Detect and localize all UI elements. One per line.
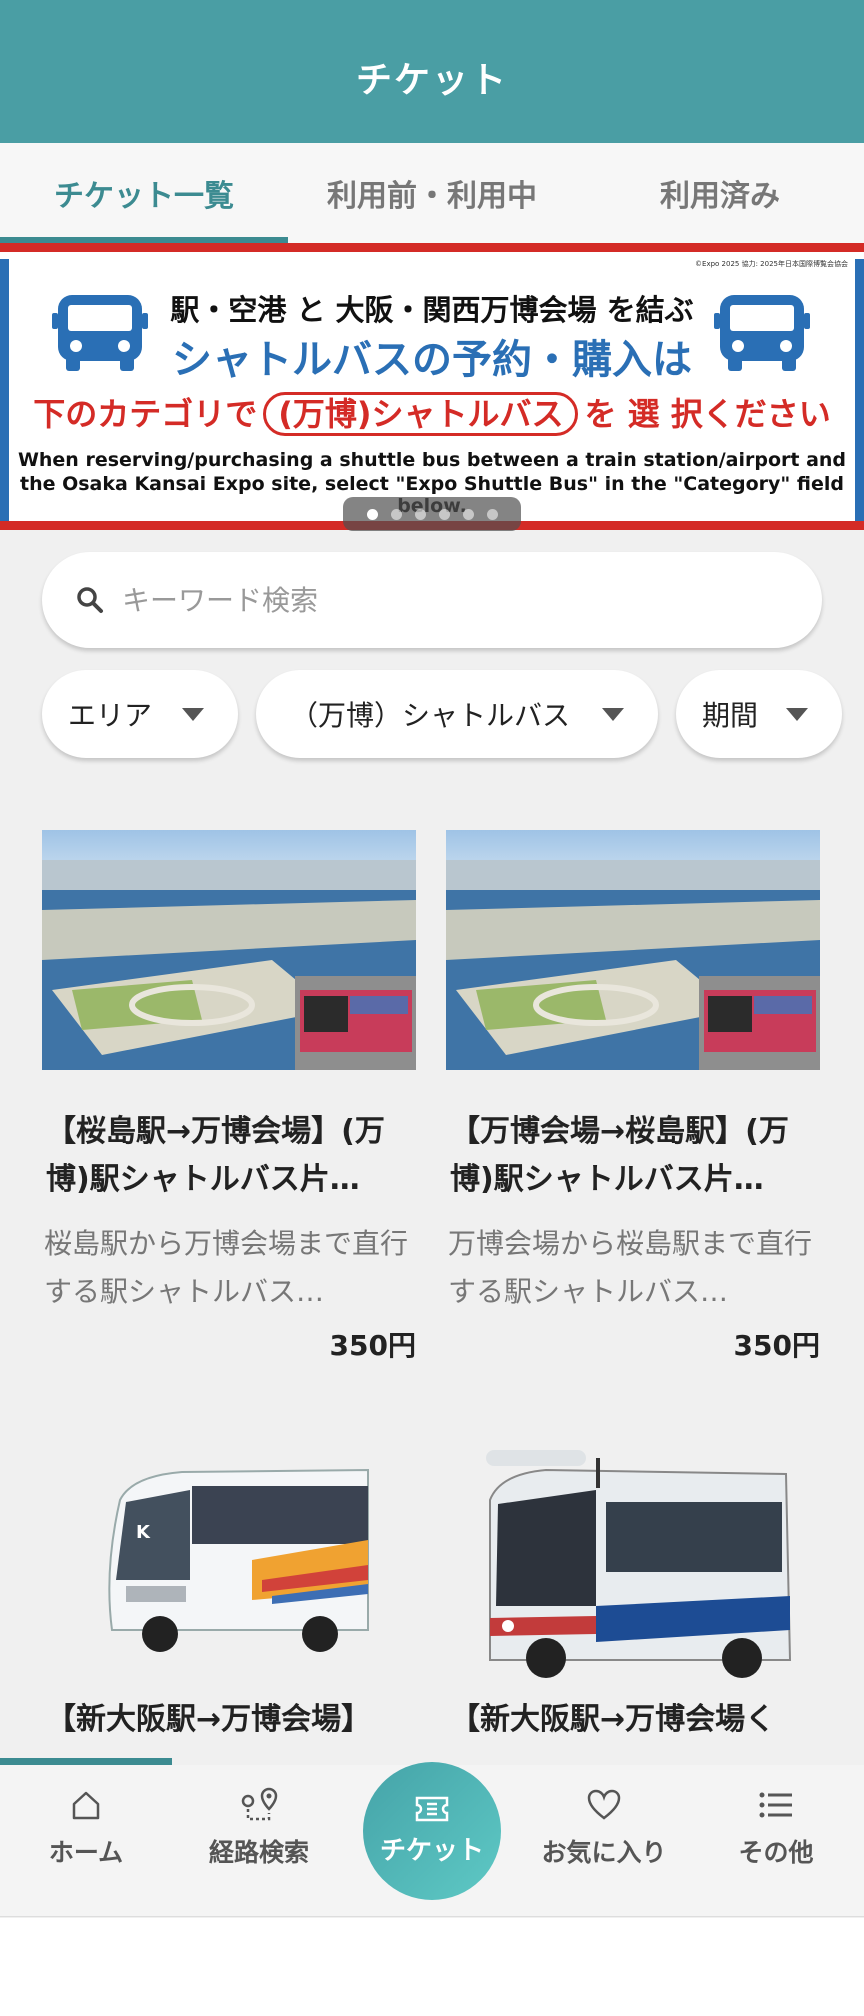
- nav-route-label: 経路検索: [208, 1838, 309, 1867]
- carousel-dot[interactable]: [438, 508, 450, 520]
- ticket-price: 350円: [329, 1329, 416, 1362]
- nav-favorites-label: お気に入り: [541, 1838, 667, 1867]
- ticket-description: 万博会場から桜島駅まで直行する駅シャトルバス…: [448, 1227, 813, 1308]
- ticket-thumbnail: [446, 830, 820, 1070]
- filter-area-label: エリア: [68, 699, 153, 732]
- chevron-down-icon: [786, 708, 808, 721]
- nav-more-label: その他: [738, 1838, 814, 1867]
- ticket-price: 350円: [733, 1329, 820, 1362]
- ticket-icon: [415, 1796, 449, 1826]
- filter-period-label: 期間: [702, 699, 759, 732]
- filter-category-dropdown[interactable]: （万博）シャトルバス: [256, 670, 658, 758]
- ticket-tabs: チケット一覧 利用前・利用中 利用済み: [0, 143, 864, 243]
- ticket-card[interactable]: 【桜島駅→万博会場】(万博)駅シャトルバス片… 桜島駅から万博会場まで直行する駅…: [42, 830, 416, 1364]
- route-icon: [179, 1785, 339, 1825]
- banner-category-pill: (万博)シャトルバス: [263, 392, 579, 436]
- ticket-title: 【万博会場→桜島駅】(万博)駅シャトルバス片…: [450, 1114, 789, 1197]
- carousel-dot[interactable]: [414, 508, 426, 520]
- tab-used[interactable]: 利用済み: [576, 171, 864, 215]
- ticket-title: 【新大阪駅→万博会場】: [46, 1702, 372, 1737]
- system-bottom-area: [0, 1918, 864, 2016]
- nav-ticket[interactable]: チケット: [363, 1762, 501, 1900]
- nav-ticket-label: チケット: [379, 1835, 484, 1866]
- promo-banner-carousel[interactable]: ©Expo 2025 協力: 2025年日本国際博覧会協会 駅・空港 と 大阪・…: [0, 243, 864, 530]
- app-header: チケット: [0, 0, 864, 143]
- ticket-thumbnail: [446, 1430, 820, 1684]
- heart-icon: [524, 1785, 684, 1825]
- carousel-dot[interactable]: [390, 508, 402, 520]
- nav-home[interactable]: ホーム: [6, 1785, 166, 1869]
- carousel-dot[interactable]: [462, 508, 474, 520]
- ticket-card[interactable]: 【新大阪駅→万博会場く: [446, 1430, 820, 1758]
- banner-headline-1: 駅・空港 と 大阪・関西万博会場 を結ぶ: [170, 293, 694, 327]
- chevron-down-icon: [182, 708, 204, 721]
- banner-credit: ©Expo 2025 協力: 2025年日本国際博覧会協会: [695, 260, 848, 268]
- banner-line3-post: を 選 択ください: [584, 395, 831, 433]
- filter-chips: エリア （万博）シャトルバス 期間: [0, 670, 864, 760]
- ticket-title: 【新大阪駅→万博会場く: [450, 1702, 776, 1737]
- search-input[interactable]: [122, 583, 762, 617]
- ticket-description: 桜島駅から万博会場まで直行する駅シャトルバス…: [44, 1227, 409, 1308]
- carousel-dot[interactable]: [486, 508, 498, 520]
- banner-headline-3: 下のカテゴリで (万博)シャトルバスを 選 択ください: [0, 389, 864, 436]
- ticket-card[interactable]: 【万博会場→桜島駅】(万博)駅シャトルバス片… 万博会場から桜島駅まで直行する駅…: [446, 830, 820, 1364]
- banner-line3-pre: 下のカテゴリで: [33, 395, 258, 433]
- carousel-pagination: [343, 497, 521, 531]
- nav-more[interactable]: その他: [696, 1785, 856, 1869]
- ticket-card[interactable]: K 【新大阪駅→万博会場】: [42, 1430, 416, 1758]
- banner-headline-2: シャトルバスの予約・購入は: [172, 337, 692, 383]
- ticket-thumbnail: K: [42, 1430, 416, 1684]
- scroll-progress-indicator: [0, 1758, 172, 1765]
- home-icon: [6, 1785, 166, 1825]
- svg-text:K: K: [136, 1522, 151, 1543]
- nav-route-search[interactable]: 経路検索: [179, 1785, 339, 1869]
- tab-before-in-use[interactable]: 利用前・利用中: [288, 171, 576, 215]
- tab-ticket-list[interactable]: チケット一覧: [0, 171, 288, 215]
- banner-red-border-top: [0, 243, 864, 252]
- nav-home-label: ホーム: [48, 1838, 124, 1867]
- filter-period-dropdown[interactable]: 期間: [676, 670, 842, 758]
- ticket-title: 【桜島駅→万博会場】(万博)駅シャトルバス片…: [46, 1114, 385, 1197]
- banner-english-1: When reserving/purchasing a shuttle bus …: [17, 449, 847, 471]
- chevron-down-icon: [602, 708, 624, 721]
- search-bar[interactable]: [42, 552, 822, 648]
- ticket-thumbnail: [42, 830, 416, 1070]
- search-icon: [77, 587, 103, 613]
- page-title: チケット: [355, 59, 508, 101]
- menu-list-icon: [696, 1785, 856, 1825]
- filter-category-label: （万博）シャトルバス: [290, 699, 571, 732]
- nav-favorites[interactable]: お気に入り: [524, 1785, 684, 1869]
- filter-area-dropdown[interactable]: エリア: [42, 670, 238, 758]
- carousel-dot[interactable]: [366, 508, 378, 520]
